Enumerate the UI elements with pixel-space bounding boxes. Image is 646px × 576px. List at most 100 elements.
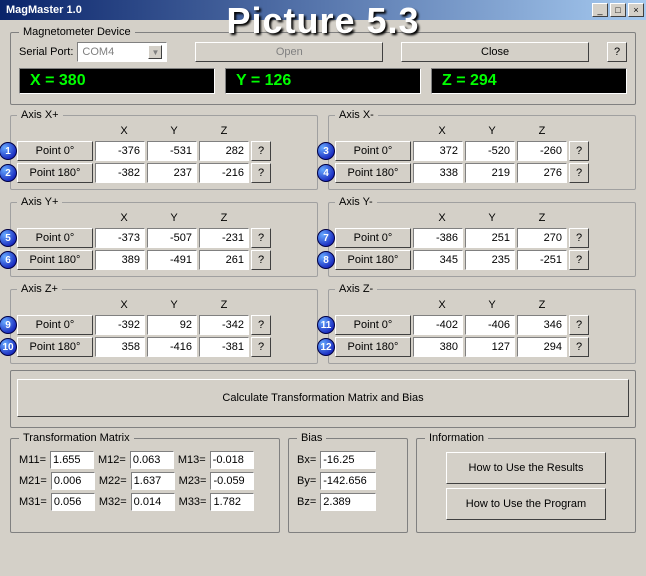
help-button[interactable]: ? [251,250,271,270]
point0-button[interactable]: Point 0° [335,141,411,161]
close-button[interactable]: Close [401,42,589,62]
value-field[interactable]: -216 [199,163,249,183]
close-icon[interactable]: × [628,3,644,17]
maximize-icon[interactable]: □ [610,3,626,17]
value-field[interactable]: 92 [147,315,197,335]
value-field[interactable]: 346 [517,315,567,335]
value-field[interactable]: 345 [413,250,463,270]
value-field[interactable]: -402 [413,315,463,335]
m31-field[interactable]: 0.056 [51,493,95,511]
value-field[interactable]: 251 [465,228,515,248]
reading-z: Z = 294 [431,68,627,94]
point0-button[interactable]: Point 0° [17,141,93,161]
help-button[interactable]: ? [251,337,271,357]
m21-label: M21= [19,475,47,487]
point180-button[interactable]: Point 180° [17,337,93,357]
help-button[interactable]: ? [569,250,589,270]
m32-label: M32= [99,496,127,508]
value-field[interactable]: -376 [95,141,145,161]
point180-button[interactable]: Point 180° [335,163,411,183]
help-button[interactable]: ? [251,141,271,161]
device-legend: Magnetometer Device [19,26,135,38]
help-button[interactable]: ? [251,315,271,335]
badge-11: 11 [317,316,335,334]
m23-field[interactable]: -0.059 [210,472,254,490]
help-button[interactable]: ? [569,228,589,248]
m21-field[interactable]: 0.006 [51,472,95,490]
col-z: Z [199,299,249,311]
value-field[interactable]: -406 [465,315,515,335]
value-field[interactable]: 219 [465,163,515,183]
value-field[interactable]: 235 [465,250,515,270]
help-button[interactable]: ? [251,163,271,183]
value-field[interactable]: -491 [147,250,197,270]
badge-1: 1 [0,142,17,160]
help-button[interactable]: ? [569,337,589,357]
calculate-button[interactable]: Calculate Transformation Matrix and Bias [17,379,629,417]
value-field[interactable]: 270 [517,228,567,248]
value-field[interactable]: -382 [95,163,145,183]
value-field[interactable]: 380 [413,337,463,357]
m32-field[interactable]: 0.014 [131,493,175,511]
help-button[interactable]: ? [569,315,589,335]
value-field[interactable]: -373 [95,228,145,248]
open-button[interactable]: Open [195,42,383,62]
help-button[interactable]: ? [569,163,589,183]
serial-port-select[interactable]: COM4 ▼ [77,42,167,62]
value-field[interactable]: -416 [147,337,197,357]
bx-field[interactable]: -16.25 [320,451,376,469]
minimize-icon[interactable]: _ [592,3,608,17]
point0-button[interactable]: Point 0° [335,315,411,335]
value-field[interactable]: -260 [517,141,567,161]
point0-button[interactable]: Point 0° [17,315,93,335]
value-field[interactable]: -342 [199,315,249,335]
value-field[interactable]: 389 [95,250,145,270]
value-field[interactable]: 261 [199,250,249,270]
bz-field[interactable]: 2.389 [320,493,376,511]
point180-button[interactable]: Point 180° [17,163,93,183]
value-field[interactable]: -392 [95,315,145,335]
value-field[interactable]: -507 [147,228,197,248]
point180-button[interactable]: Point 180° [17,250,93,270]
value-field[interactable]: 358 [95,337,145,357]
axis-y-plus: Axis Y+ XYZ 5Point 0°-373-507-231? 6Poin… [10,196,318,277]
value-field[interactable]: 127 [465,337,515,357]
point0-button[interactable]: Point 0° [17,228,93,248]
value-field[interactable]: -386 [413,228,463,248]
value-field[interactable]: -531 [147,141,197,161]
bz-label: Bz= [297,496,316,508]
axis-x-minus: Axis X- XYZ 3Point 0°372-520-260? 4Point… [328,109,636,190]
m33-field[interactable]: 1.782 [210,493,254,511]
m13-field[interactable]: -0.018 [210,451,254,469]
m22-field[interactable]: 1.637 [131,472,175,490]
by-field[interactable]: -142.656 [320,472,376,490]
value-field[interactable]: 276 [517,163,567,183]
value-field[interactable]: 282 [199,141,249,161]
how-to-use-results-button[interactable]: How to Use the Results [446,452,606,484]
reading-x: X = 380 [19,68,215,94]
help-button[interactable]: ? [251,228,271,248]
value-field[interactable]: -231 [199,228,249,248]
value-field[interactable]: 372 [413,141,463,161]
value-field[interactable]: -520 [465,141,515,161]
value-field[interactable]: -381 [199,337,249,357]
device-help-button[interactable]: ? [607,42,627,62]
value-field[interactable]: 237 [147,163,197,183]
help-button[interactable]: ? [569,141,589,161]
how-to-use-program-button[interactable]: How to Use the Program [446,488,606,520]
axis-legend: Axis Z+ [17,283,62,295]
calculate-group: Calculate Transformation Matrix and Bias [10,370,636,428]
value-field[interactable]: -251 [517,250,567,270]
m12-field[interactable]: 0.063 [130,451,174,469]
point180-button[interactable]: Point 180° [335,250,411,270]
point180-button[interactable]: Point 180° [335,337,411,357]
value-field[interactable]: 338 [413,163,463,183]
value-field[interactable]: 294 [517,337,567,357]
window-titlebar: MagMaster 1.0 _ □ × [0,0,646,20]
col-x: X [99,299,149,311]
m11-field[interactable]: 1.655 [50,451,94,469]
serial-port-label: Serial Port: [19,46,73,58]
transformation-matrix-group: Transformation Matrix M11=1.655 M12=0.06… [10,432,280,533]
badge-6: 6 [0,251,17,269]
point0-button[interactable]: Point 0° [335,228,411,248]
